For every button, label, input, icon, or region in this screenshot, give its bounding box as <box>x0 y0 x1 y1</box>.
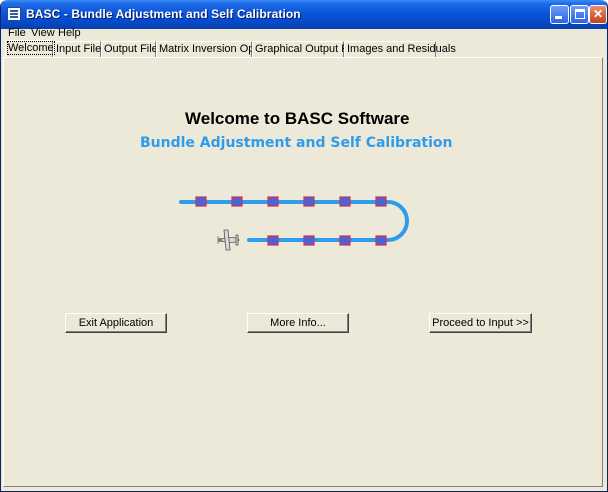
maximize-button[interactable] <box>570 5 589 24</box>
tab-images-and-residuals[interactable]: Images and Residuals <box>344 41 456 57</box>
maximize-icon <box>575 9 585 19</box>
tab-label: Input Files <box>56 43 107 55</box>
app-window: BASC - Bundle Adjustment and Self Calibr… <box>0 0 608 492</box>
tab-output-files[interactable]: Output Files <box>101 41 163 57</box>
tab-label: Output Files <box>104 43 164 55</box>
window-title: BASC - Bundle Adjustment and Self Calibr… <box>26 7 301 21</box>
photo-marker <box>267 235 279 246</box>
more-info-button[interactable]: More Info... <box>247 313 349 333</box>
photo-marker <box>375 235 387 246</box>
tab-welcome[interactable]: Welcome <box>5 40 55 57</box>
photo-marker <box>375 196 387 207</box>
tab-input-files[interactable]: Input Files <box>53 41 107 57</box>
menu-help[interactable]: Help <box>58 27 81 39</box>
proceed-to-input-button[interactable]: Proceed to Input >> <box>429 313 532 333</box>
exit-application-button[interactable]: Exit Application <box>65 313 167 333</box>
tab-graphical-output-files[interactable]: Graphical Output Files <box>252 41 364 57</box>
flight-path-graphic <box>179 196 409 251</box>
menu-view[interactable]: View <box>31 27 55 39</box>
photo-marker <box>267 196 279 207</box>
photo-marker <box>303 196 315 207</box>
flight-path-line <box>179 200 409 242</box>
photo-marker <box>195 196 207 207</box>
title-bar[interactable]: BASC - Bundle Adjustment and Self Calibr… <box>1 0 607 29</box>
menu-file[interactable]: File <box>8 27 26 39</box>
photo-marker <box>339 235 351 246</box>
minimize-icon <box>555 16 562 19</box>
tab-label: Welcome <box>7 41 55 55</box>
photo-marker <box>231 196 243 207</box>
grid-icon[interactable] <box>7 7 21 21</box>
tab-matrix-inversion-option[interactable]: Matrix Inversion Option <box>156 41 272 57</box>
close-icon: ✕ <box>592 7 604 21</box>
airplane-icon <box>217 229 240 251</box>
photo-marker <box>339 196 351 207</box>
photo-marker <box>303 235 315 246</box>
minimize-button[interactable] <box>550 5 569 24</box>
welcome-subheading: Bundle Adjustment and Self Calibration <box>140 135 453 151</box>
close-button[interactable]: ✕ <box>589 5 607 24</box>
welcome-heading: Welcome to BASC Software <box>185 109 410 128</box>
tab-label: Images and Residuals <box>347 43 456 55</box>
